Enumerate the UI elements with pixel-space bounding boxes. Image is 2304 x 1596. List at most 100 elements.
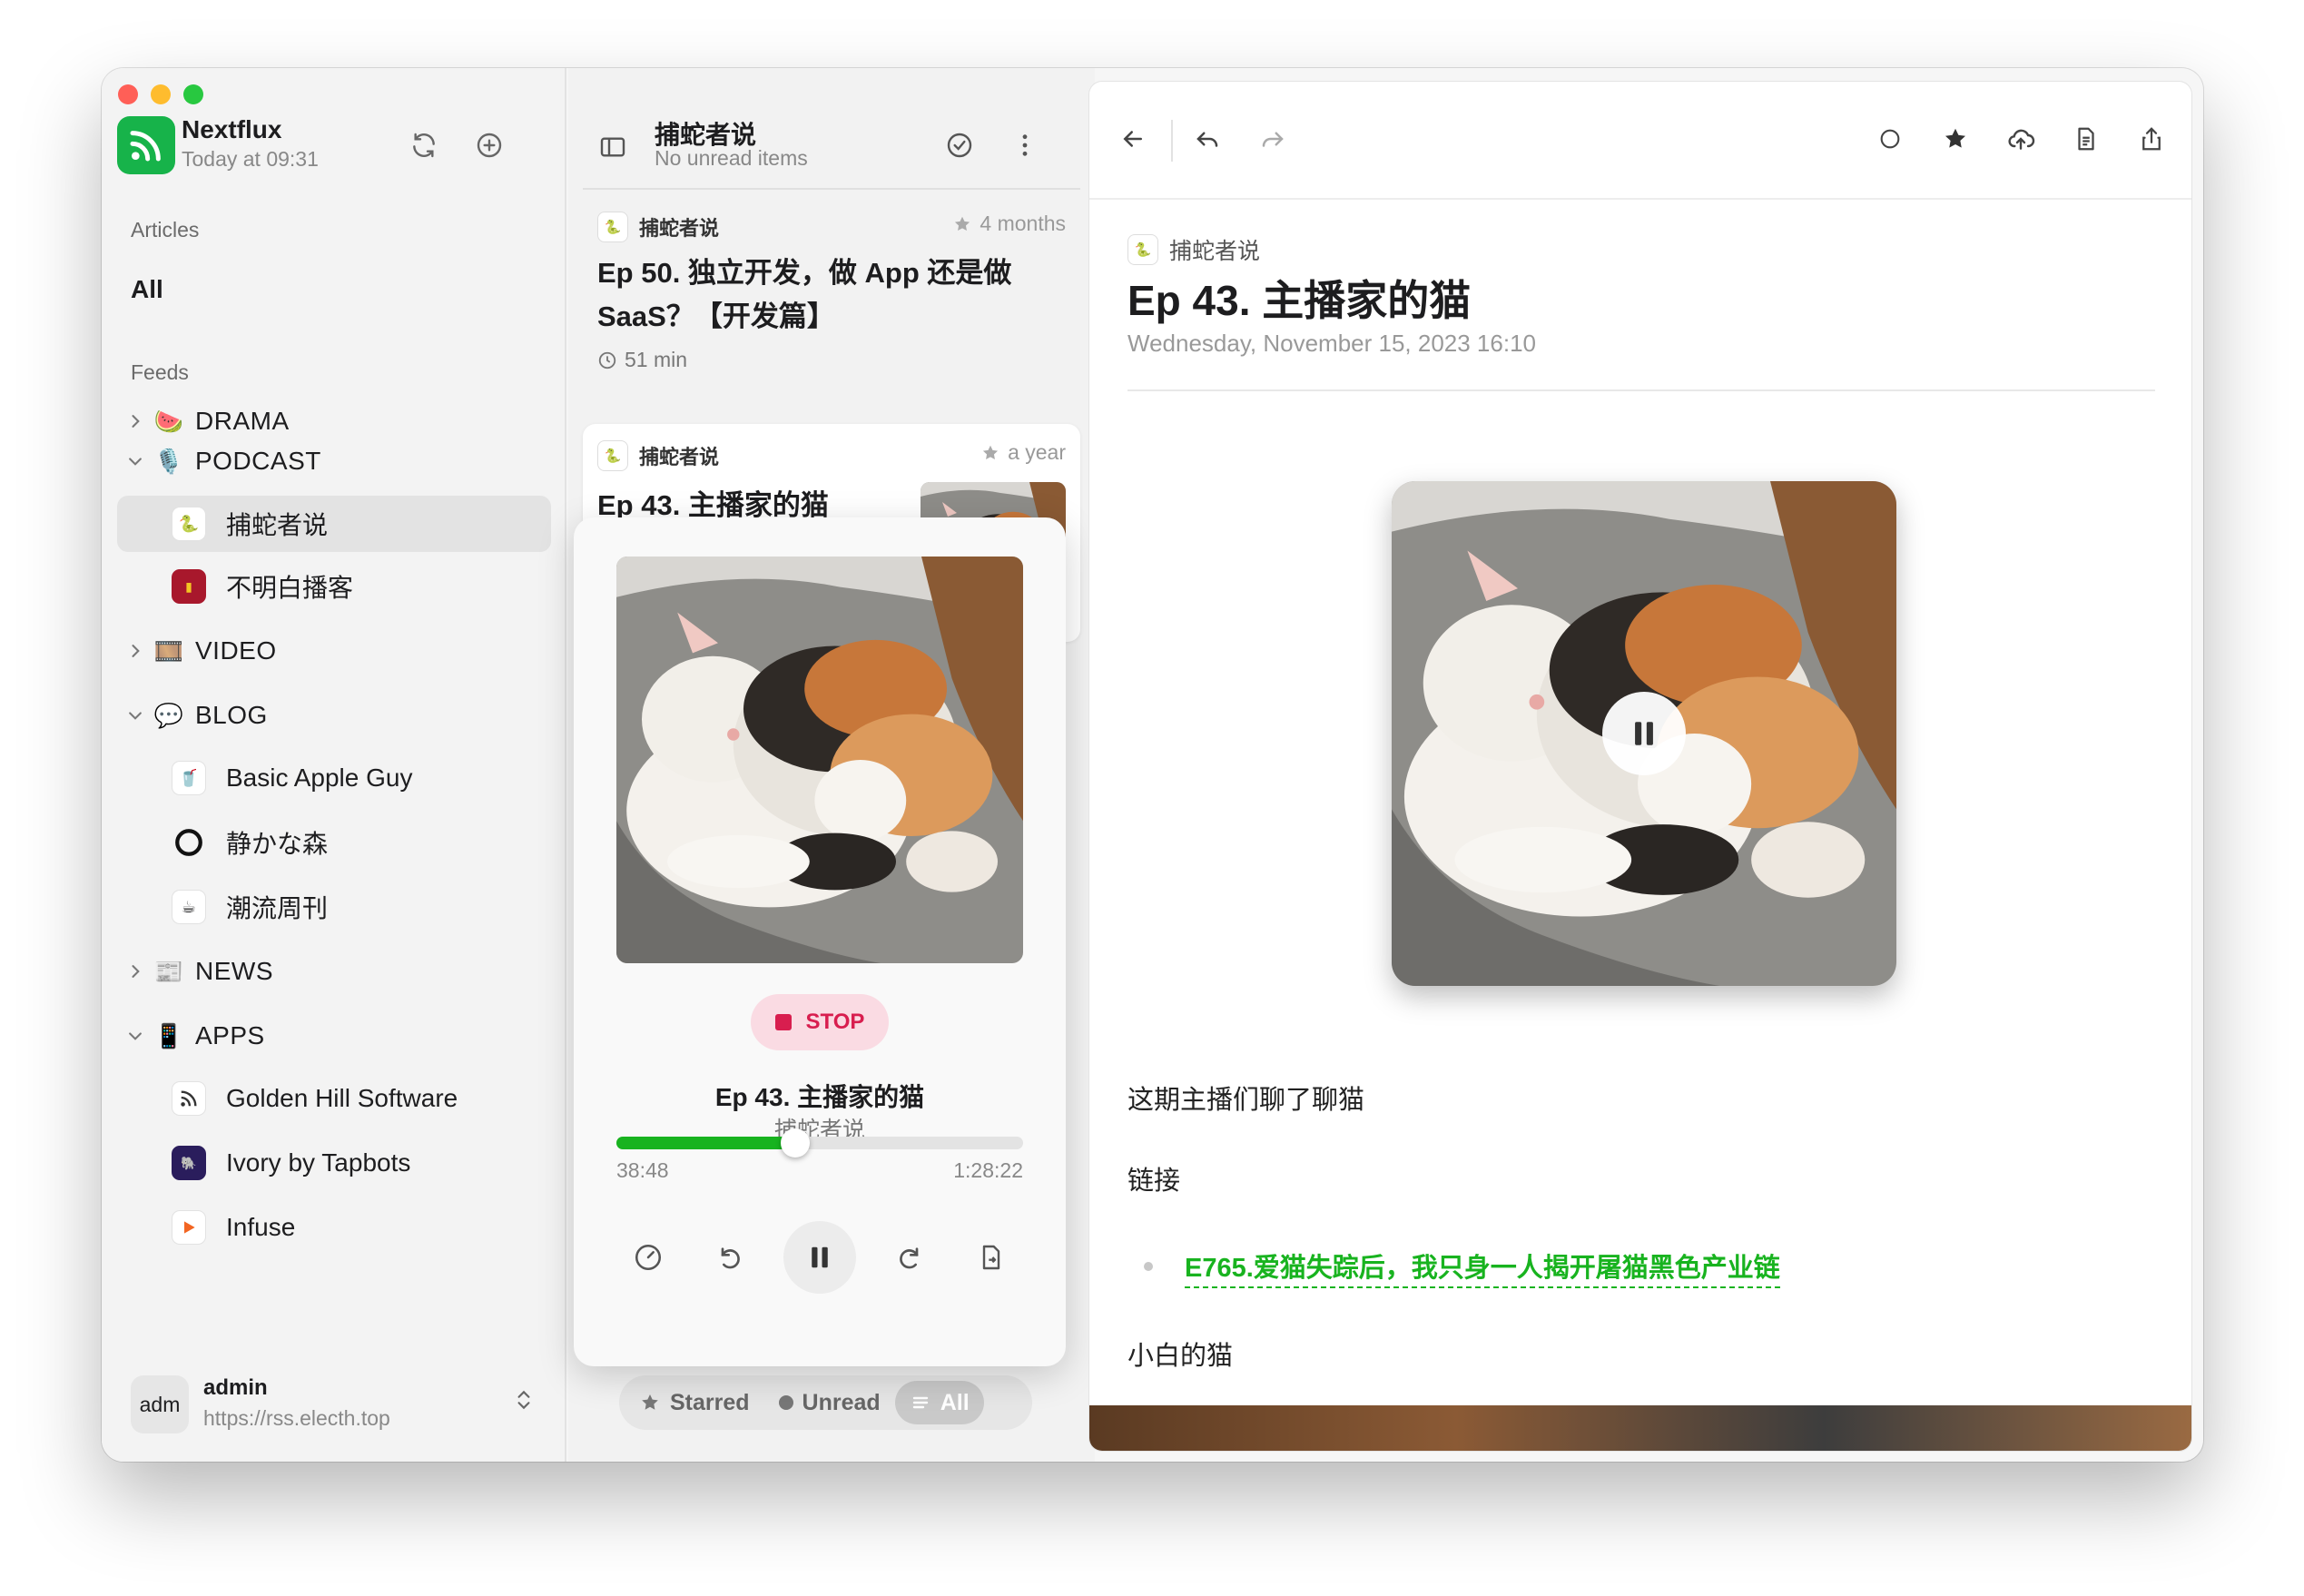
add-feed-icon[interactable]: [472, 128, 507, 163]
sidebar-feed-chaoliu-zhoukan[interactable]: ☕ 潮流周刊: [117, 879, 551, 935]
pause-icon: [812, 1246, 828, 1268]
star-icon[interactable]: [1937, 121, 1974, 157]
chevron-down-icon[interactable]: [117, 452, 153, 470]
feed-logo-icon: 🥤: [172, 761, 206, 795]
feed-logo-icon: 🐍: [597, 212, 628, 242]
skip-forward-icon[interactable]: [882, 1230, 937, 1285]
podcast-artwork: [616, 557, 1023, 963]
sidebar-group-video[interactable]: 🎞️ VIDEO: [117, 623, 551, 679]
sidebar-group-apps[interactable]: 📱 APPS: [117, 1008, 551, 1064]
filter-label: All: [940, 1389, 970, 1415]
progress-slider[interactable]: [616, 1128, 1023, 1158]
app-window: Nextflux Today at 09:31 Articles All Fee…: [102, 68, 2203, 1462]
chevron-down-icon[interactable]: [117, 1027, 153, 1045]
sidebar-group-podcast[interactable]: 🎙️ PODCAST: [117, 433, 551, 489]
chevron-down-icon[interactable]: [117, 706, 153, 724]
list-icon: [912, 1396, 928, 1409]
card-feed: 🐍 捕蛇者说: [597, 212, 719, 242]
feed-logo-icon: ☕: [172, 890, 206, 924]
article-link[interactable]: E765.爱猫失踪后，我只身一人揭开屠猫黑色产业链: [1185, 1246, 1780, 1288]
chevron-up-down-icon[interactable]: [512, 1388, 536, 1416]
minimize-window-button[interactable]: [151, 84, 171, 104]
chevron-right-icon[interactable]: [117, 962, 153, 980]
sidebar-feed-shizukana-mori[interactable]: 静かな森: [117, 814, 551, 871]
sidebar-group-news[interactable]: 📰 NEWS: [117, 943, 551, 1000]
mark-unread-circle-icon[interactable]: [1872, 121, 1908, 157]
progress-fill: [616, 1137, 796, 1149]
feed-logo-icon: [172, 825, 206, 860]
filter-unread[interactable]: Unread: [764, 1381, 895, 1424]
sidebar-feed-bushezheshuo[interactable]: 🐍 捕蛇者说: [117, 496, 551, 552]
card-time-label: 4 months: [980, 212, 1066, 235]
divider: [1127, 389, 2155, 391]
chevron-right-icon[interactable]: [117, 642, 153, 660]
card-time-label: a year: [1008, 440, 1066, 464]
feeds-section-label: Feeds: [131, 360, 189, 384]
zoom-window-button[interactable]: [183, 84, 203, 104]
refresh-icon[interactable]: [407, 128, 441, 163]
back-arrow-icon[interactable]: [1115, 121, 1151, 157]
playback-speed-icon[interactable]: [621, 1230, 675, 1285]
share-icon[interactable]: [2133, 121, 2170, 157]
sidebar-feed-basic-apple-guy[interactable]: 🥤 Basic Apple Guy: [117, 750, 551, 806]
pause-button[interactable]: [1602, 692, 1686, 775]
film-icon: 🎞️: [153, 636, 184, 665]
chevron-right-icon[interactable]: [117, 412, 153, 430]
group-label: VIDEO: [195, 636, 277, 665]
filter-starred[interactable]: Starred: [625, 1381, 764, 1424]
filter-label: Unread: [802, 1389, 881, 1415]
sidebar-toggle-icon[interactable]: [596, 130, 630, 164]
open-episode-icon[interactable]: [964, 1230, 1019, 1285]
article-image-partial: [1089, 1405, 2191, 1451]
pause-button[interactable]: [783, 1221, 856, 1294]
filter-all[interactable]: All: [894, 1381, 984, 1424]
server-url: https://rss.electh.top: [203, 1406, 390, 1430]
more-options-icon[interactable]: [1008, 128, 1042, 163]
window-controls: [118, 84, 203, 104]
sidebar-feed-infuse[interactable]: Infuse: [117, 1199, 551, 1256]
dot-icon: [778, 1395, 793, 1410]
rss-app-icon: [117, 116, 175, 174]
document-icon[interactable]: [2068, 121, 2104, 157]
feed-logo-icon: 🐍: [1127, 234, 1158, 265]
star-icon: [642, 1394, 658, 1410]
rss-icon: [172, 1081, 206, 1116]
feed-label: 静かな森: [226, 830, 329, 858]
card-time: 4 months: [952, 212, 1066, 236]
article-date: Wednesday, November 15, 2023 16:10: [1127, 330, 1536, 357]
sidebar-item-all[interactable]: All: [131, 275, 163, 304]
mark-all-read-icon[interactable]: [942, 128, 977, 163]
divider: [583, 188, 1080, 190]
undo-icon[interactable]: [1189, 121, 1226, 157]
audio-player-panel: STOP Ep 43. 主播家的猫 捕蛇者说 38:48 1:28:22: [574, 517, 1066, 1366]
article-title: Ep 43. 主播家的猫: [1127, 277, 1472, 324]
progress-handle[interactable]: [781, 1128, 811, 1158]
cloud-upload-icon[interactable]: [2003, 121, 2039, 157]
sidebar-group-blog[interactable]: 💬 BLOG: [117, 687, 551, 744]
feed-logo-icon: ▮: [172, 569, 206, 604]
sidebar-feed-bumingbai[interactable]: ▮ 不明白播客: [117, 558, 551, 615]
microphone-icon: 🎙️: [153, 447, 184, 475]
close-window-button[interactable]: [118, 84, 138, 104]
feed-label: Infuse: [226, 1213, 296, 1241]
card-feed-label: 捕蛇者说: [639, 446, 720, 468]
redo-icon[interactable]: [1255, 121, 1291, 157]
elapsed-time: 38:48: [616, 1158, 669, 1182]
group-label: DRAMA: [195, 407, 290, 435]
clock-icon: [598, 351, 616, 369]
skip-back-icon[interactable]: [703, 1230, 757, 1285]
newspaper-icon: 📰: [153, 957, 184, 985]
list-item[interactable]: 🐍 捕蛇者说 4 months Ep 50. 独立开发，做 App 还是做 Sa…: [583, 195, 1080, 395]
stop-button[interactable]: STOP: [751, 994, 889, 1050]
player-episode-title: Ep 43. 主播家的猫: [714, 1083, 925, 1111]
sidebar-feed-ivory[interactable]: 🐘 Ivory by Tapbots: [117, 1135, 551, 1191]
article-paragraph: 小白的猫: [1127, 1342, 1234, 1371]
star-icon: [982, 445, 999, 459]
feed-logo-icon: 🐘: [172, 1146, 206, 1180]
episode-artwork[interactable]: [1392, 481, 1896, 986]
avatar[interactable]: adm: [131, 1375, 189, 1433]
last-sync-time: Today at 09:31: [182, 147, 319, 171]
stop-icon: [774, 1014, 792, 1030]
article-feed[interactable]: 🐍 捕蛇者说: [1127, 233, 1260, 266]
sidebar-feed-golden-hill[interactable]: Golden Hill Software: [117, 1070, 551, 1127]
